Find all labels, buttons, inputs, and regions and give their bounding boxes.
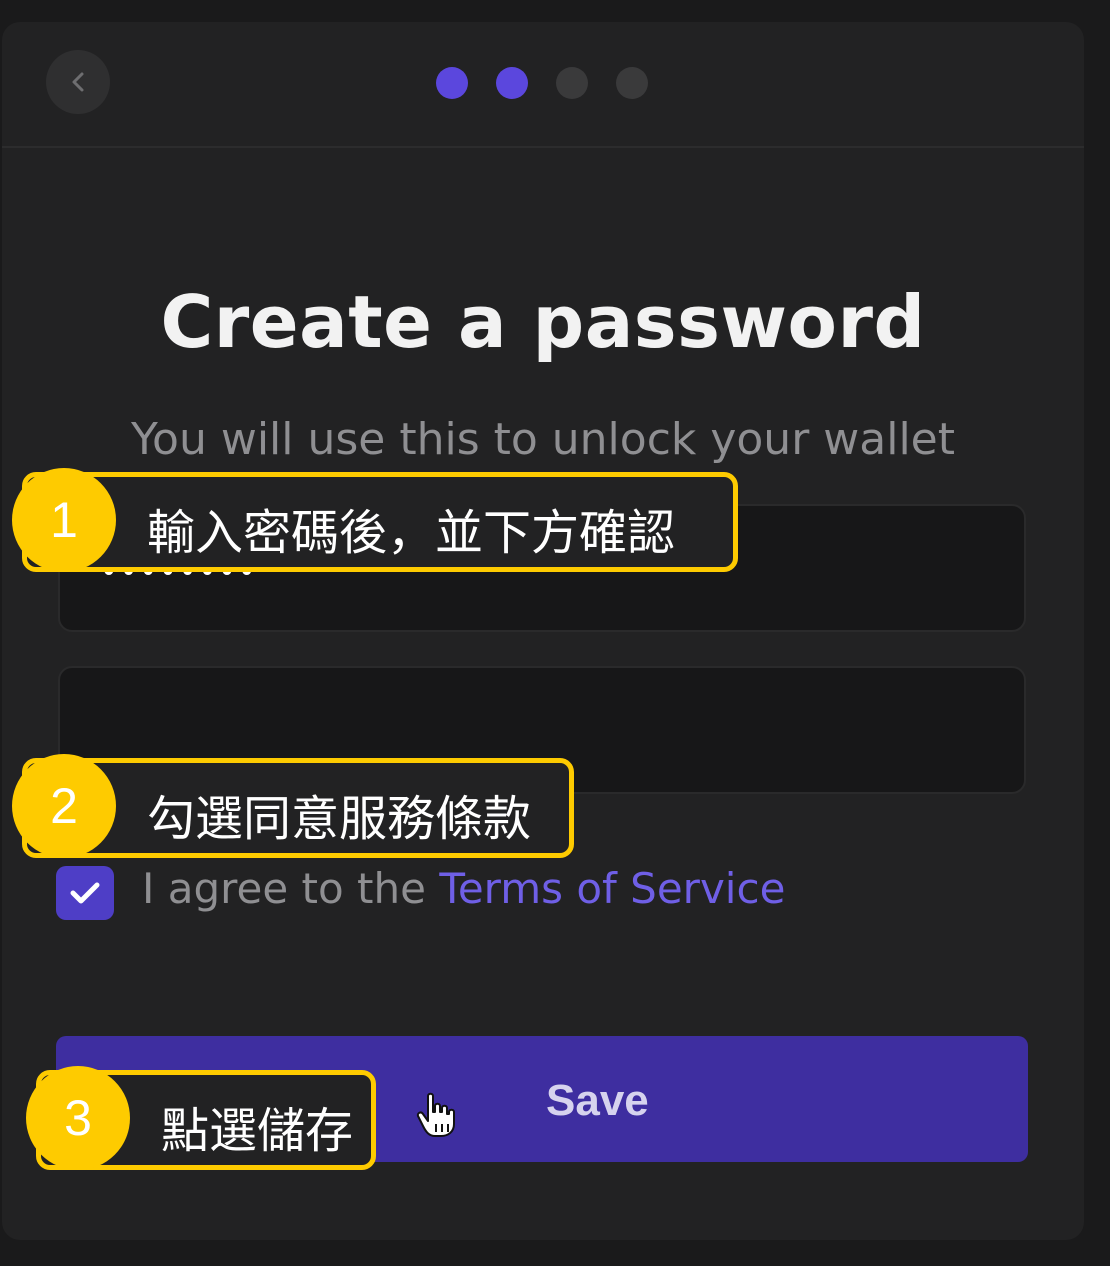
step-dot — [556, 67, 588, 99]
check-icon — [70, 882, 100, 904]
annotation-badge-3: 3 — [26, 1066, 130, 1170]
annotation-callout-1: 輸入密碼後，並下方確認 — [22, 472, 738, 572]
annotation-number-1: 1 — [50, 492, 78, 548]
chevron-left-icon — [72, 72, 84, 92]
annotation-badge-2: 2 — [12, 754, 116, 858]
agree-checkbox[interactable] — [56, 866, 114, 920]
step-indicator — [436, 67, 648, 99]
page-subtitle: You will use this to unlock your wallet — [131, 414, 955, 465]
annotation-number-2: 2 — [50, 778, 78, 834]
step-dot — [616, 67, 648, 99]
annotation-text-3: 點選儲存 — [161, 1103, 354, 1159]
annotation-number-3: 3 — [64, 1090, 92, 1146]
step-dot — [496, 67, 528, 99]
save-button-label: Save — [546, 1076, 649, 1125]
agree-prefix: I agree to the — [142, 864, 426, 913]
annotation-text-1: 輸入密碼後，並下方確認 — [147, 505, 676, 561]
agree-label: I agree to the Terms of Service — [142, 864, 785, 913]
step-dot — [436, 67, 468, 99]
annotation-text-2: 勾選同意服務條款 — [147, 791, 532, 847]
terms-of-service-link[interactable]: Terms of Service — [439, 864, 785, 913]
hand-cursor-icon — [416, 1092, 455, 1137]
back-button[interactable] — [46, 50, 110, 114]
top-bar — [2, 22, 1084, 148]
page-title: Create a password — [160, 280, 926, 364]
annotation-badge-1: 1 — [12, 468, 116, 572]
